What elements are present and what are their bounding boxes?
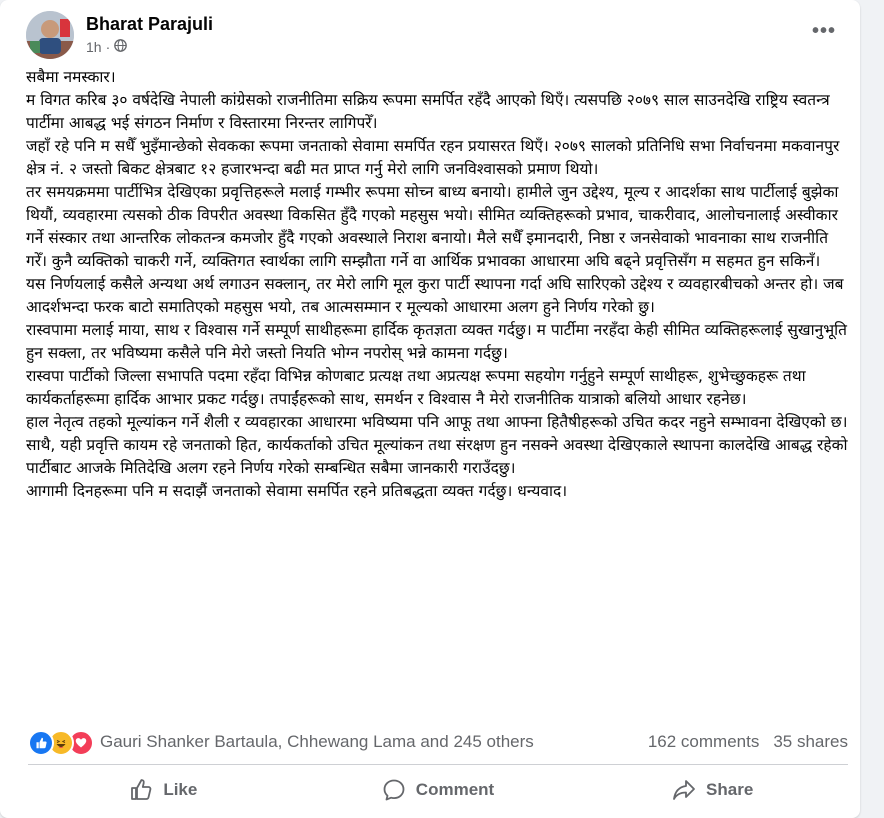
post-card: Bharat Parajuli 1h · ••• सबैमा नमस्कार। … bbox=[0, 0, 860, 818]
like-label: Like bbox=[163, 780, 198, 799]
comment-bubble-icon bbox=[382, 778, 406, 802]
reactions-bar: Gauri Shanker Bartaula, Chhewang Lama an… bbox=[28, 728, 848, 756]
share-arrow-icon bbox=[672, 778, 696, 802]
post-actions: Like Comment Share bbox=[26, 770, 850, 810]
divider bbox=[28, 764, 848, 765]
post-time[interactable]: 1h bbox=[86, 39, 102, 55]
author-name[interactable]: Bharat Parajuli bbox=[86, 14, 213, 35]
post-paragraph: हाल नेतृत्व तहको मूल्यांकन गर्ने शैली र … bbox=[26, 413, 848, 477]
like-button[interactable]: Like bbox=[26, 770, 301, 810]
post-paragraph: रास्वपामा मलाई माया, साथ र विश्वास गर्ने… bbox=[26, 321, 847, 362]
post-paragraph: सबैमा नमस्कार। bbox=[26, 68, 116, 86]
more-options-icon[interactable]: ••• bbox=[812, 20, 836, 43]
reaction-summary[interactable]: Gauri Shanker Bartaula, Chhewang Lama an… bbox=[100, 732, 534, 752]
shares-count[interactable]: 35 shares bbox=[773, 732, 848, 752]
share-label: Share bbox=[706, 780, 754, 799]
like-reaction-icon bbox=[28, 730, 54, 756]
author-avatar[interactable] bbox=[26, 11, 74, 59]
post-paragraph: रास्वपा पार्टीको जिल्ला सभापति पदमा रहँद… bbox=[26, 367, 806, 408]
comments-count[interactable]: 162 comments bbox=[648, 732, 760, 752]
globe-icon bbox=[114, 39, 128, 55]
post-text: सबैमा नमस्कार। म विगत करिब ३० वर्षदेखि न… bbox=[26, 66, 850, 503]
post-meta: 1h · bbox=[86, 39, 128, 55]
comment-label: Comment bbox=[415, 780, 495, 799]
post-paragraph: यस निर्णयलाई कसैले अन्यथा अर्थ लगाउन सक्… bbox=[26, 275, 844, 316]
engagement-counts: 162 comments 35 shares bbox=[648, 732, 848, 752]
reaction-icons[interactable] bbox=[28, 730, 94, 756]
post-paragraph: तर समयक्रममा पार्टीभित्र देखिएका प्रवृत्… bbox=[26, 183, 839, 270]
thumbs-up-icon bbox=[129, 778, 153, 802]
post-paragraph: जहाँ रहे पनि म सधैँ भुइँमान्छेको सेवकका … bbox=[26, 137, 840, 178]
comment-button[interactable]: Comment bbox=[301, 770, 576, 810]
post-header: Bharat Parajuli 1h · ••• bbox=[16, 10, 846, 64]
share-button[interactable]: Share bbox=[575, 770, 850, 810]
post-paragraph: म विगत करिब ३० वर्षदेखि नेपाली कांग्रेसक… bbox=[26, 91, 830, 132]
post-paragraph: आगामी दिनहरूमा पनि म सदाझैं जनताको सेवाम… bbox=[26, 482, 568, 500]
